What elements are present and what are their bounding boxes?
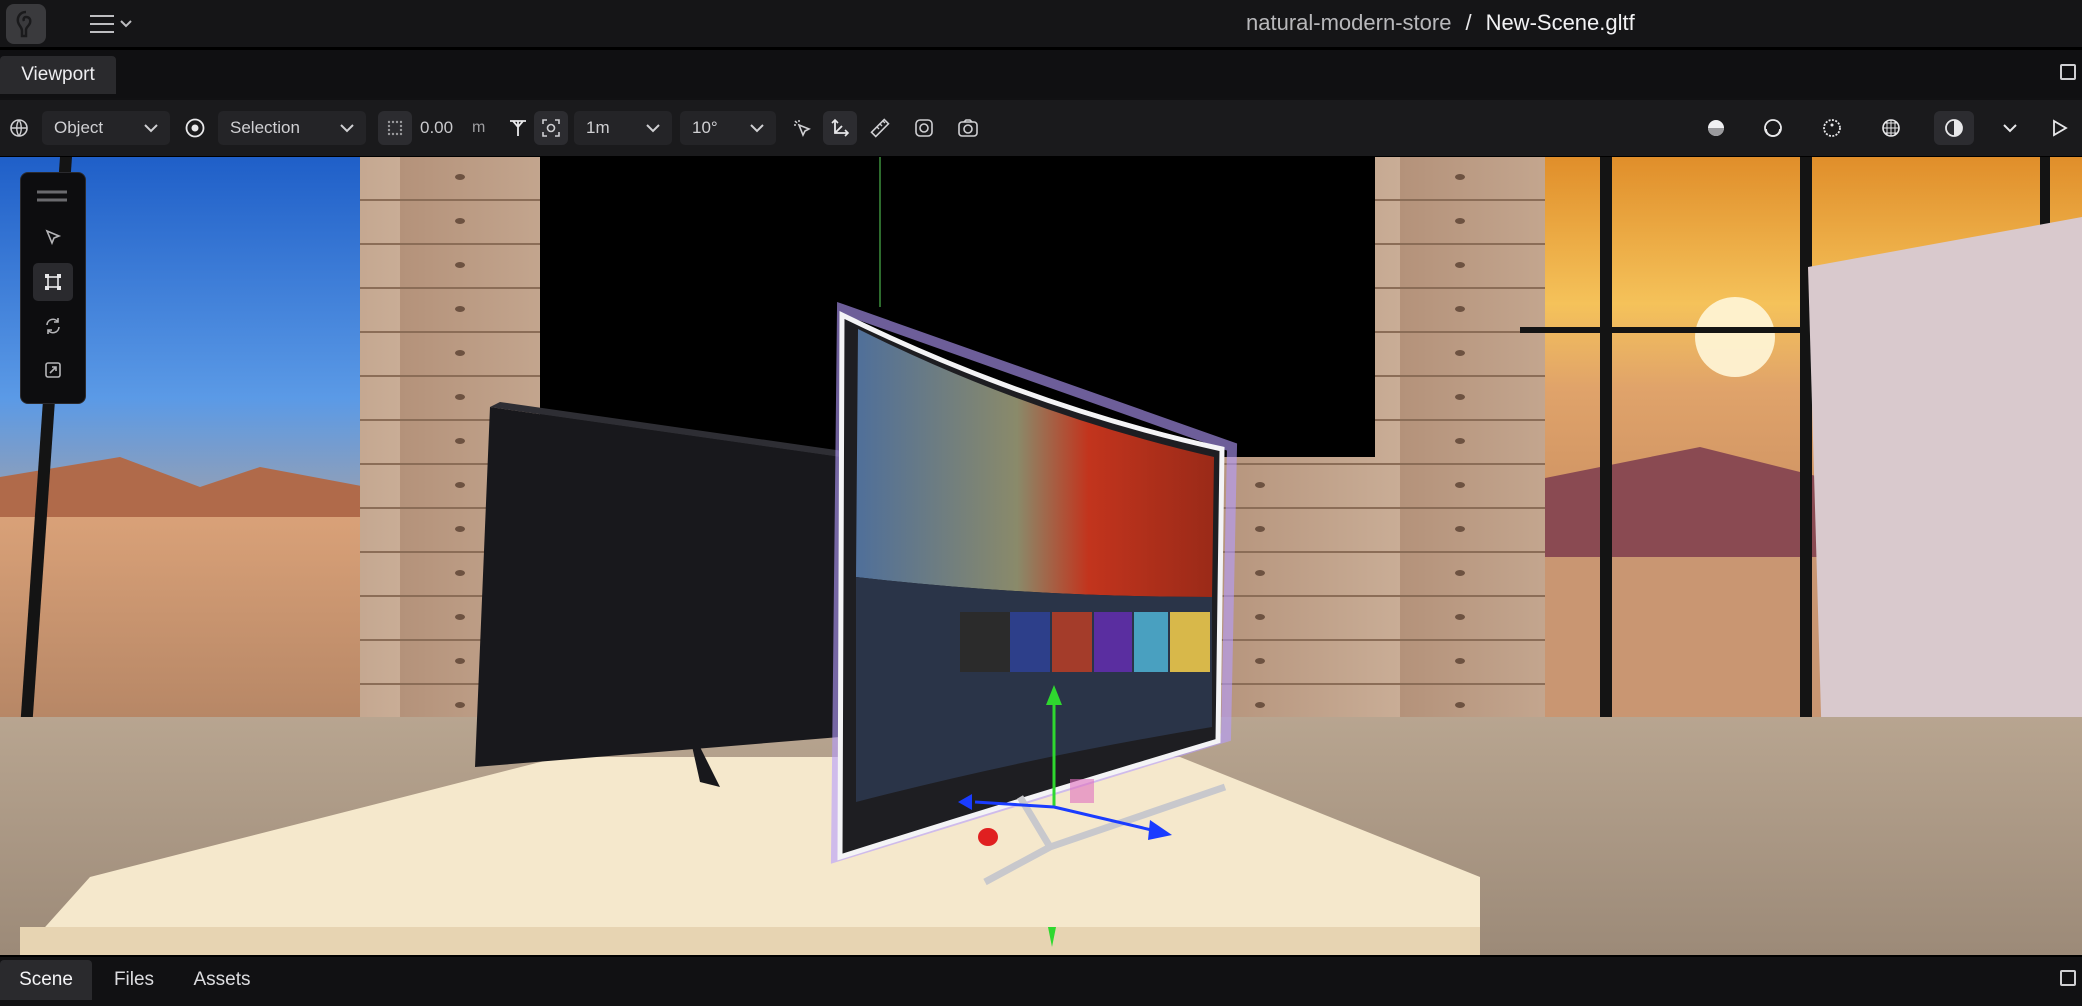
focus-camera-icon[interactable] [907, 111, 941, 145]
tab-files[interactable]: Files [100, 960, 168, 1000]
top-bar [0, 0, 2082, 50]
contrast-toggle-icon[interactable] [1934, 111, 1974, 145]
chevron-down-icon [646, 124, 660, 133]
viewport-canvas[interactable] [0, 157, 2082, 955]
tab-assets[interactable]: Assets [180, 960, 264, 1000]
snap-vertex-icon[interactable] [501, 111, 535, 145]
breadcrumb-separator: / [1465, 10, 1472, 35]
rotate-icon [46, 318, 60, 334]
move-icon [45, 274, 61, 290]
select-tool-button[interactable] [33, 219, 73, 257]
snap-distance-unit: m [472, 119, 486, 136]
chevron-down-icon [750, 124, 764, 133]
main-menu-button[interactable] [88, 10, 132, 38]
snap-grid-icon[interactable] [378, 111, 412, 145]
play-icon[interactable] [2042, 111, 2076, 145]
rotation-snap-select[interactable]: 10° [680, 111, 776, 145]
rotate-tool-button[interactable] [33, 307, 73, 345]
snap-distance-value[interactable]: 0.00 [420, 111, 453, 145]
scene-render [0, 157, 2082, 955]
file-name[interactable]: New-Scene.gltf [1486, 10, 1635, 36]
material-shading-icon[interactable] [1756, 111, 1790, 145]
scale-icon [45, 362, 61, 378]
cursor-icon [45, 229, 62, 246]
select-pointer-icon[interactable] [785, 111, 819, 145]
space-mode-value: Object [54, 118, 104, 137]
scale-tool-button[interactable] [33, 351, 73, 389]
snap-center-icon[interactable] [534, 111, 568, 145]
rotation-snap-value: 10° [692, 118, 718, 137]
ruler-icon[interactable] [863, 111, 897, 145]
transform-axes-icon[interactable] [823, 111, 857, 145]
tab-scene[interactable]: Scene [0, 960, 92, 1000]
tab-viewport[interactable]: Viewport [0, 56, 116, 94]
hamburger-menu-icon [90, 15, 114, 33]
screenshot-camera-icon[interactable] [951, 111, 985, 145]
drag-handle-icon[interactable] [35, 189, 69, 203]
chevron-down-icon [340, 124, 354, 133]
pivot-mode-select[interactable]: Selection [218, 111, 366, 145]
project-name[interactable]: natural-modern-store [1246, 10, 1451, 36]
space-mode-select[interactable]: Object [42, 111, 170, 145]
maximize-panel-icon[interactable] [2060, 970, 2076, 986]
translate-tool-button[interactable] [33, 263, 73, 301]
globe-icon[interactable] [2, 111, 36, 145]
chevron-down-icon [144, 124, 158, 133]
pivot-mode-value: Selection [230, 118, 300, 137]
pivot-icon[interactable] [178, 111, 212, 145]
panel-tab-row [0, 50, 2082, 98]
rendered-shading-icon[interactable] [1815, 111, 1849, 145]
grid-size-value: 1m [586, 118, 610, 137]
maximize-panel-icon[interactable] [2060, 64, 2076, 80]
breadcrumb: natural-modern-store / New-Scene.gltf [1246, 10, 1635, 36]
app-logo-icon[interactable] [6, 4, 46, 44]
solid-shading-icon[interactable] [1699, 111, 1733, 145]
grid-size-select[interactable]: 1m [574, 111, 672, 145]
transform-tool-panel [20, 172, 86, 404]
wireframe-shading-icon[interactable] [1874, 111, 1908, 145]
chevron-down-icon [120, 20, 132, 28]
bottom-panel-tabs [0, 955, 2082, 1006]
chevron-down-icon[interactable] [1993, 111, 2027, 145]
